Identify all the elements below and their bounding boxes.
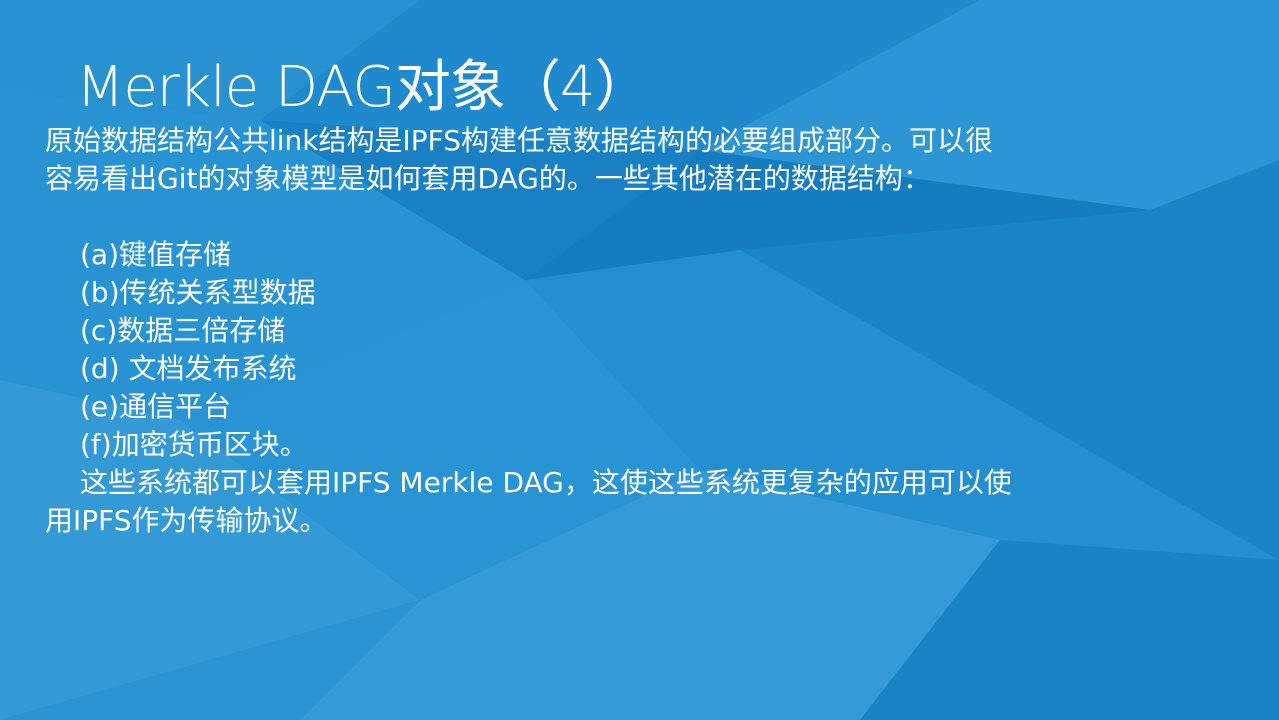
list-item-f: (f)加密货币区块。 <box>80 428 308 461</box>
paragraph1-line2: 容易看出Git的对象模型是如何套用DAG的。一些其他潜在的数据结构： <box>45 162 931 195</box>
list-item-b: (b)传统关系型数据 <box>80 276 316 309</box>
list-item-d: (d) 文档发布系统 <box>80 352 297 385</box>
list-item-a: (a)键值存储 <box>80 238 232 271</box>
list-item-e: (e)通信平台 <box>80 390 232 423</box>
paragraph2-line2: 用IPFS作为传输协议。 <box>45 504 328 537</box>
slide-title: Merkle DAG对象（4） <box>76 55 651 120</box>
list-item-c: (c)数据三倍存储 <box>80 314 286 347</box>
paragraph2-line1: 这些系统都可以套用IPFS Merkle DAG，这使这些系统更复杂的应用可以使 <box>80 466 1012 499</box>
slide-body: 原始数据结构公共link结构是IPFS构建任意数据结构的必要组成部分。可以很 容… <box>45 122 1165 540</box>
paragraph1-line1: 原始数据结构公共link结构是IPFS构建任意数据结构的必要组成部分。可以很 <box>45 124 994 157</box>
slide: Merkle DAG对象（4） 原始数据结构公共link结构是IPFS构建任意数… <box>0 0 1279 720</box>
